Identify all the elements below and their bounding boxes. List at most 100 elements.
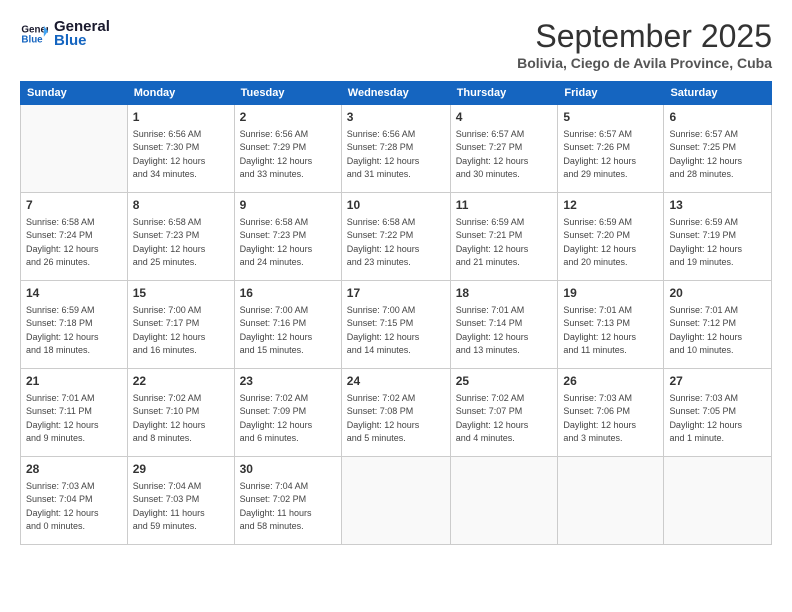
- day-info: Sunrise: 7:04 AMSunset: 7:02 PMDaylight:…: [240, 480, 336, 534]
- day-number: 8: [133, 197, 229, 214]
- calendar-cell: 7 Sunrise: 6:58 AMSunset: 7:24 PMDaylight…: [21, 193, 128, 281]
- day-info: Sunrise: 7:02 AMSunset: 7:10 PMDaylight:…: [133, 392, 229, 446]
- day-number: 29: [133, 461, 229, 478]
- calendar-day-header: Wednesday: [341, 82, 450, 105]
- day-info: Sunrise: 7:01 AMSunset: 7:13 PMDaylight:…: [563, 304, 658, 358]
- calendar-cell: 1 Sunrise: 6:56 AMSunset: 7:30 PMDaylight…: [127, 105, 234, 193]
- day-info: Sunrise: 6:58 AMSunset: 7:24 PMDaylight:…: [26, 216, 122, 270]
- day-number: 17: [347, 285, 445, 302]
- day-number: 25: [456, 373, 553, 390]
- day-number: 24: [347, 373, 445, 390]
- day-info: Sunrise: 7:02 AMSunset: 7:07 PMDaylight:…: [456, 392, 553, 446]
- day-number: 4: [456, 109, 553, 126]
- calendar-cell: 30 Sunrise: 7:04 AMSunset: 7:02 PMDayligh…: [234, 457, 341, 545]
- calendar-day-header: Saturday: [664, 82, 772, 105]
- day-number: 2: [240, 109, 336, 126]
- day-number: 7: [26, 197, 122, 214]
- calendar-cell: 10 Sunrise: 6:58 AMSunset: 7:22 PMDayligh…: [341, 193, 450, 281]
- day-number: 27: [669, 373, 766, 390]
- calendar-cell: 20Sunrise: 7:01 AMSunset: 7:12 PMDayligh…: [664, 281, 772, 369]
- calendar-cell: 2 Sunrise: 6:56 AMSunset: 7:29 PMDaylight…: [234, 105, 341, 193]
- day-info: Sunrise: 7:02 AMSunset: 7:09 PMDaylight:…: [240, 392, 336, 446]
- calendar-cell: [450, 457, 558, 545]
- day-info: Sunrise: 7:00 AMSunset: 7:16 PMDaylight:…: [240, 304, 336, 358]
- calendar-cell: 6 Sunrise: 6:57 AMSunset: 7:25 PMDaylight…: [664, 105, 772, 193]
- calendar-cell: 9Sunrise: 6:58 AMSunset: 7:23 PMDaylight…: [234, 193, 341, 281]
- day-info: Sunrise: 7:02 AMSunset: 7:08 PMDaylight:…: [347, 392, 445, 446]
- day-info: Sunrise: 6:57 AMSunset: 7:26 PMDaylight:…: [563, 128, 658, 182]
- calendar-cell: 28 Sunrise: 7:03 AMSunset: 7:04 PMDayligh…: [21, 457, 128, 545]
- calendar-cell: 19 Sunrise: 7:01 AMSunset: 7:13 PMDayligh…: [558, 281, 664, 369]
- calendar-week-row: 28 Sunrise: 7:03 AMSunset: 7:04 PMDayligh…: [21, 457, 772, 545]
- day-info: Sunrise: 7:01 AMSunset: 7:11 PMDaylight:…: [26, 392, 122, 446]
- calendar-cell: 5 Sunrise: 6:57 AMSunset: 7:26 PMDaylight…: [558, 105, 664, 193]
- day-number: 5: [563, 109, 658, 126]
- day-number: 3: [347, 109, 445, 126]
- day-info: Sunrise: 6:57 AMSunset: 7:27 PMDaylight:…: [456, 128, 553, 182]
- day-info: Sunrise: 7:00 AMSunset: 7:17 PMDaylight:…: [133, 304, 229, 358]
- day-info: Sunrise: 6:56 AMSunset: 7:29 PMDaylight:…: [240, 128, 336, 182]
- page-header: General Blue General Blue September 2025…: [20, 18, 772, 71]
- day-info: Sunrise: 7:03 AMSunset: 7:05 PMDaylight:…: [669, 392, 766, 446]
- day-number: 14: [26, 285, 122, 302]
- calendar-cell: 11 Sunrise: 6:59 AMSunset: 7:21 PMDayligh…: [450, 193, 558, 281]
- calendar-day-header: Friday: [558, 82, 664, 105]
- calendar-cell: 14Sunrise: 6:59 AMSunset: 7:18 PMDayligh…: [21, 281, 128, 369]
- calendar-cell: 13Sunrise: 6:59 AMSunset: 7:19 PMDayligh…: [664, 193, 772, 281]
- day-number: 19: [563, 285, 658, 302]
- calendar-week-row: 7 Sunrise: 6:58 AMSunset: 7:24 PMDaylight…: [21, 193, 772, 281]
- day-info: Sunrise: 6:56 AMSunset: 7:28 PMDaylight:…: [347, 128, 445, 182]
- calendar-cell: 12 Sunrise: 6:59 AMSunset: 7:20 PMDayligh…: [558, 193, 664, 281]
- calendar-cell: 27 Sunrise: 7:03 AMSunset: 7:05 PMDayligh…: [664, 369, 772, 457]
- calendar-cell: 4 Sunrise: 6:57 AMSunset: 7:27 PMDaylight…: [450, 105, 558, 193]
- day-number: 13: [669, 197, 766, 214]
- calendar-cell: 15 Sunrise: 7:00 AMSunset: 7:17 PMDayligh…: [127, 281, 234, 369]
- day-number: 10: [347, 197, 445, 214]
- calendar-day-header: Thursday: [450, 82, 558, 105]
- day-info: Sunrise: 7:01 AMSunset: 7:12 PMDaylight:…: [669, 304, 766, 358]
- calendar-cell: 23 Sunrise: 7:02 AMSunset: 7:09 PMDayligh…: [234, 369, 341, 457]
- calendar-cell: 18Sunrise: 7:01 AMSunset: 7:14 PMDayligh…: [450, 281, 558, 369]
- day-number: 28: [26, 461, 122, 478]
- title-block: September 2025 Bolivia, Ciego de Avila P…: [517, 18, 772, 71]
- day-info: Sunrise: 7:04 AMSunset: 7:03 PMDaylight:…: [133, 480, 229, 534]
- day-info: Sunrise: 7:03 AMSunset: 7:04 PMDaylight:…: [26, 480, 122, 534]
- day-number: 30: [240, 461, 336, 478]
- calendar-cell: [341, 457, 450, 545]
- calendar-week-row: 14Sunrise: 6:59 AMSunset: 7:18 PMDayligh…: [21, 281, 772, 369]
- calendar-day-header: Monday: [127, 82, 234, 105]
- day-info: Sunrise: 6:58 AMSunset: 7:23 PMDaylight:…: [133, 216, 229, 270]
- calendar-cell: 3 Sunrise: 6:56 AMSunset: 7:28 PMDaylight…: [341, 105, 450, 193]
- day-info: Sunrise: 6:59 AMSunset: 7:21 PMDaylight:…: [456, 216, 553, 270]
- day-info: Sunrise: 7:00 AMSunset: 7:15 PMDaylight:…: [347, 304, 445, 358]
- calendar-cell: 16 Sunrise: 7:00 AMSunset: 7:16 PMDayligh…: [234, 281, 341, 369]
- day-info: Sunrise: 7:01 AMSunset: 7:14 PMDaylight:…: [456, 304, 553, 358]
- calendar-cell: 8 Sunrise: 6:58 AMSunset: 7:23 PMDaylight…: [127, 193, 234, 281]
- logo: General Blue General Blue: [20, 18, 110, 49]
- day-number: 6: [669, 109, 766, 126]
- main-title: September 2025: [517, 18, 772, 55]
- day-number: 11: [456, 197, 553, 214]
- calendar-week-row: 1 Sunrise: 6:56 AMSunset: 7:30 PMDaylight…: [21, 105, 772, 193]
- calendar-cell: 26Sunrise: 7:03 AMSunset: 7:06 PMDayligh…: [558, 369, 664, 457]
- calendar-cell: 17 Sunrise: 7:00 AMSunset: 7:15 PMDayligh…: [341, 281, 450, 369]
- day-info: Sunrise: 6:58 AMSunset: 7:22 PMDaylight:…: [347, 216, 445, 270]
- calendar-cell: 21 Sunrise: 7:01 AMSunset: 7:11 PMDayligh…: [21, 369, 128, 457]
- day-info: Sunrise: 6:56 AMSunset: 7:30 PMDaylight:…: [133, 128, 229, 182]
- day-number: 12: [563, 197, 658, 214]
- day-number: 21: [26, 373, 122, 390]
- day-number: 9: [240, 197, 336, 214]
- day-info: Sunrise: 6:59 AMSunset: 7:20 PMDaylight:…: [563, 216, 658, 270]
- logo-icon: General Blue: [20, 20, 48, 48]
- calendar-cell: [21, 105, 128, 193]
- calendar-cell: 29 Sunrise: 7:04 AMSunset: 7:03 PMDayligh…: [127, 457, 234, 545]
- day-info: Sunrise: 6:57 AMSunset: 7:25 PMDaylight:…: [669, 128, 766, 182]
- calendar-header: SundayMondayTuesdayWednesdayThursdayFrid…: [21, 82, 772, 105]
- calendar-cell: [558, 457, 664, 545]
- day-number: 1: [133, 109, 229, 126]
- day-number: 16: [240, 285, 336, 302]
- logo-line2: Blue: [54, 32, 110, 49]
- day-number: 15: [133, 285, 229, 302]
- calendar-day-header: Sunday: [21, 82, 128, 105]
- day-number: 23: [240, 373, 336, 390]
